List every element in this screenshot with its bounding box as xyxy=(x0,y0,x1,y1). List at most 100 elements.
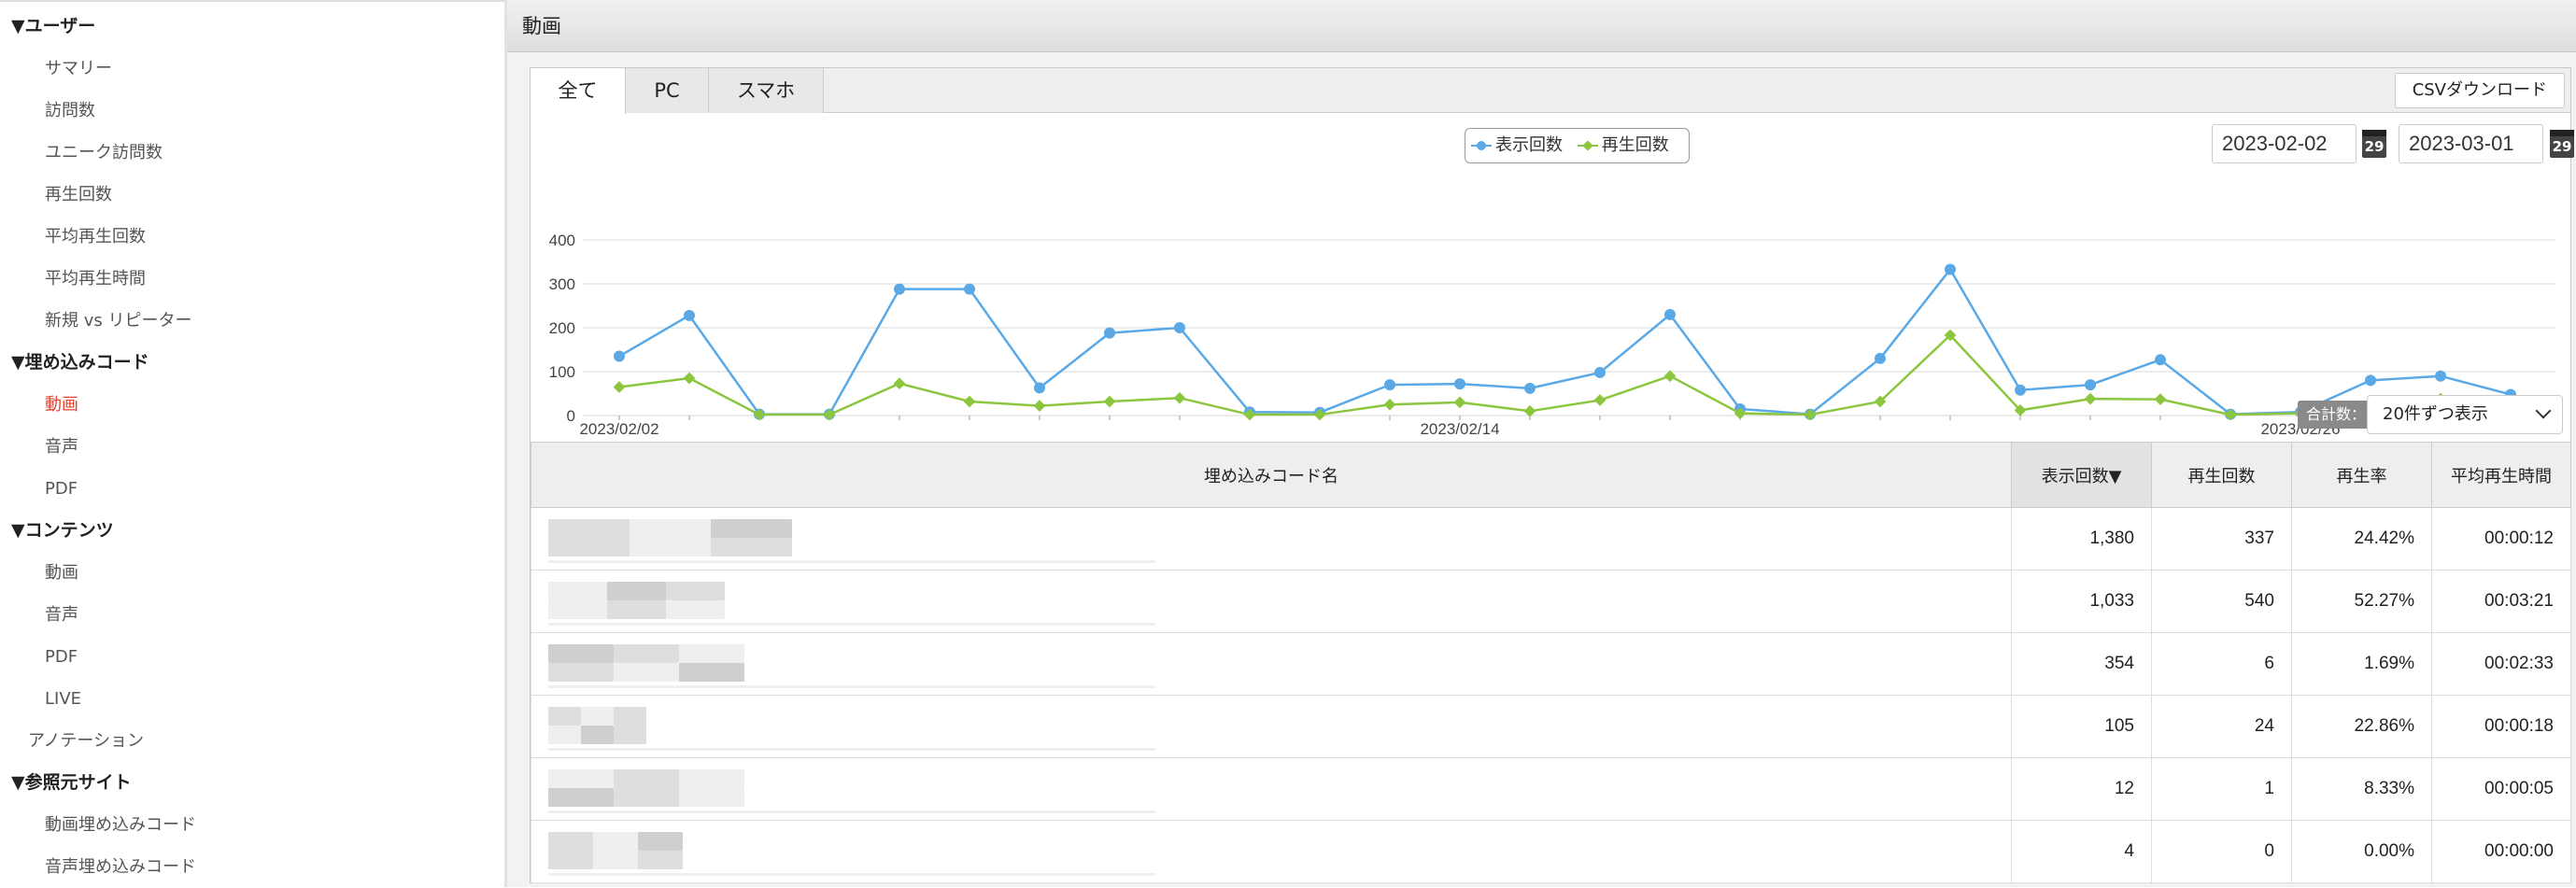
plays-cell: 1 xyxy=(2151,757,2292,821)
end-date-input[interactable]: 2023-03-01 xyxy=(2399,124,2543,163)
redacted-name-block xyxy=(607,582,666,600)
sidebar-section-embed-code[interactable]: ▼埋め込みコード xyxy=(11,342,149,384)
sidebar-item-ref-video-embed[interactable]: 動画埋め込みコード xyxy=(45,804,196,846)
plays-cell: 0 xyxy=(2151,820,2292,883)
impressions-cell: 4 xyxy=(2011,820,2152,883)
tab-bar: 全て PC スマホ CSVダウンロード xyxy=(531,68,2570,114)
impressions-cell: 105 xyxy=(2011,695,2152,758)
sidebar-item-embed-pdf[interactable]: PDF xyxy=(45,468,78,510)
redacted-name-block xyxy=(614,726,646,744)
table-row[interactable]: 105 24 22.86% 00:00:18 xyxy=(531,695,2571,758)
sidebar-item-unique-visits[interactable]: ユニーク訪問数 xyxy=(45,132,163,174)
series-line-2 xyxy=(618,333,2512,416)
redacted-name-block xyxy=(679,663,744,682)
legend-label: 表示回数 xyxy=(1495,135,1563,155)
y-tick-label: 200 xyxy=(549,319,575,337)
sidebar-item-embed-video[interactable]: 動画 xyxy=(45,384,78,426)
impressions-cell: 354 xyxy=(2011,632,2152,696)
sidebar-section-users[interactable]: ▼ユーザー xyxy=(11,6,95,48)
table-row[interactable]: 1,033 540 52.27% 00:03:21 xyxy=(531,570,2571,633)
table-row[interactable]: 354 6 1.69% 00:02:33 xyxy=(531,632,2571,696)
data-point xyxy=(1103,395,1116,408)
calendar-icon[interactable]: 29 xyxy=(2550,130,2574,158)
sidebar-section-contents[interactable]: ▼コンテンツ xyxy=(11,510,114,552)
data-point xyxy=(1524,382,1536,394)
redacted-name-block xyxy=(548,832,593,851)
redacted-name-block xyxy=(548,707,581,726)
redacted-name-block xyxy=(679,769,744,788)
main-content: 動画 全て PC スマホ CSVダウンロード 表示回数 再生回数 2023-02… xyxy=(507,0,2576,887)
embed-name-cell[interactable] xyxy=(531,757,2012,821)
data-point xyxy=(684,309,695,321)
col-header-embed-name[interactable]: 埋め込みコード名 xyxy=(531,442,2012,508)
line-chart: 01002003004002023/02/022023/02/082023/02… xyxy=(549,232,2555,438)
redacted-name-block xyxy=(548,538,630,557)
col-header-impressions[interactable]: 表示回数▼ xyxy=(2011,442,2152,508)
data-point xyxy=(1174,322,1185,333)
embed-name-cell[interactable] xyxy=(531,820,2012,883)
start-date-input[interactable]: 2023-02-02 xyxy=(2212,124,2357,163)
tab-smartphone[interactable]: スマホ xyxy=(709,68,824,113)
sidebar-item-avg-plays[interactable]: 平均再生回数 xyxy=(45,216,146,258)
redacted-name-block xyxy=(548,600,607,619)
play-rate-cell: 0.00% xyxy=(2291,820,2432,883)
data-point xyxy=(964,283,975,295)
redacted-name-block xyxy=(614,707,646,726)
embed-name-cell[interactable] xyxy=(531,632,2012,696)
per-page-select[interactable]: 20件ずつ表示 xyxy=(2367,395,2563,434)
csv-download-button[interactable]: CSVダウンロード xyxy=(2394,73,2565,108)
col-header-avg-play-time[interactable]: 平均再生時間 xyxy=(2431,442,2571,508)
legend-item-impressions[interactable]: 表示回数 xyxy=(1471,129,1563,162)
chart-legend: 表示回数 再生回数 xyxy=(1465,128,1690,163)
sidebar-item-embed-audio[interactable]: 音声 xyxy=(45,426,78,468)
legend-item-plays[interactable]: 再生回数 xyxy=(1577,129,1669,162)
data-point xyxy=(894,283,905,295)
legend-diamond-icon xyxy=(1577,140,1598,151)
sidebar-item-content-live[interactable]: LIVE xyxy=(45,678,81,720)
avg-play-time-cell: 00:03:21 xyxy=(2431,570,2571,633)
sidebar-item-ref-audio-embed[interactable]: 音声埋め込みコード xyxy=(45,846,196,888)
table-row[interactable]: 1,380 337 24.42% 00:00:12 xyxy=(531,507,2571,571)
plays-cell: 6 xyxy=(2151,632,2292,696)
sidebar-item-avg-play-time[interactable]: 平均再生時間 xyxy=(45,258,146,300)
embed-name-cell[interactable] xyxy=(531,507,2012,571)
embed-name-cell[interactable] xyxy=(531,570,2012,633)
redacted-name-block xyxy=(581,726,614,744)
play-rate-cell: 52.27% xyxy=(2291,570,2432,633)
y-tick-label: 400 xyxy=(549,232,575,249)
redacted-name-block xyxy=(614,644,679,663)
data-point xyxy=(963,395,976,408)
sidebar-item-new-vs-repeat[interactable]: 新規 vs リピーター xyxy=(45,300,191,342)
embed-name-cell[interactable] xyxy=(531,695,2012,758)
redacted-name-block xyxy=(548,685,1155,688)
embed-code-table: 埋め込みコード名 表示回数▼ 再生回数 再生率 平均再生時間 1,380 337… xyxy=(531,442,2571,883)
calendar-icon[interactable]: 29 xyxy=(2362,130,2386,158)
play-rate-cell: 22.86% xyxy=(2291,695,2432,758)
col-header-plays[interactable]: 再生回数 xyxy=(2151,442,2292,508)
data-point xyxy=(2085,379,2096,391)
sidebar-item-summary[interactable]: サマリー xyxy=(45,48,112,90)
sidebar-item-content-video[interactable]: 動画 xyxy=(45,552,78,594)
data-point xyxy=(2015,384,2026,396)
redacted-name-block xyxy=(548,873,1155,876)
redacted-name-block xyxy=(548,560,1155,563)
tab-pc[interactable]: PC xyxy=(626,68,709,113)
redacted-name-block xyxy=(548,748,1155,751)
data-point xyxy=(613,381,626,393)
play-rate-cell: 1.69% xyxy=(2291,632,2432,696)
sidebar-item-plays[interactable]: 再生回数 xyxy=(45,174,112,216)
tab-all[interactable]: 全て xyxy=(531,68,626,114)
sidebar-item-content-audio[interactable]: 音声 xyxy=(45,594,78,636)
col-header-play-rate[interactable]: 再生率 xyxy=(2291,442,2432,508)
impressions-cell: 1,033 xyxy=(2011,570,2152,633)
redacted-name-block xyxy=(548,644,614,663)
redacted-name-block xyxy=(548,769,614,788)
sidebar-item-content-pdf[interactable]: PDF xyxy=(45,636,78,678)
sidebar-section-referrers[interactable]: ▼参照元サイト xyxy=(11,762,132,804)
table-row[interactable]: 4 0 0.00% 00:00:00 xyxy=(531,820,2571,883)
data-point xyxy=(1173,391,1186,404)
sidebar-item-annotation[interactable]: アノテーション xyxy=(28,720,144,762)
y-tick-label: 0 xyxy=(567,407,575,425)
sidebar-item-visits[interactable]: 訪問数 xyxy=(45,90,95,132)
table-row[interactable]: 12 1 8.33% 00:00:05 xyxy=(531,757,2571,821)
